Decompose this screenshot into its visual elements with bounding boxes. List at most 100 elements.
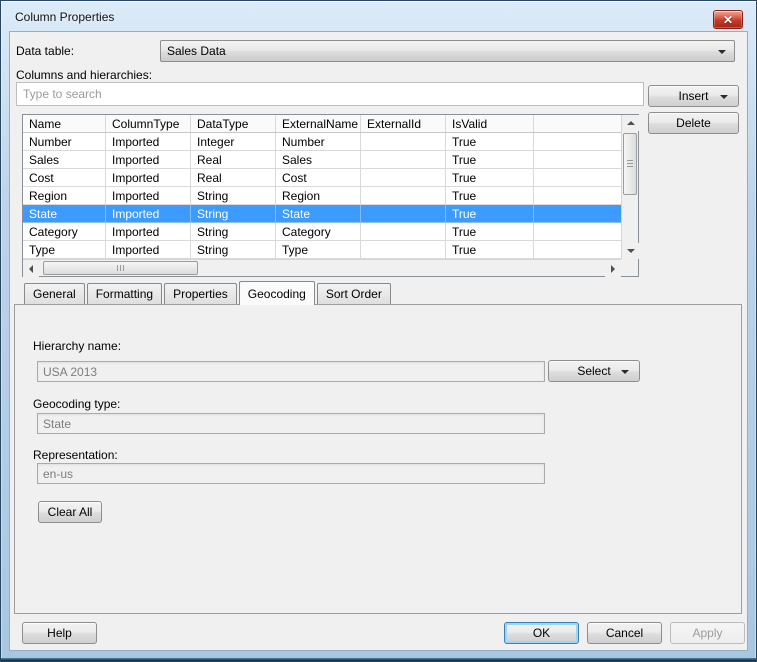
table-cell: String xyxy=(191,223,276,240)
table-cell: True xyxy=(446,223,534,240)
table-cell xyxy=(361,223,446,240)
table-cell: Category xyxy=(276,223,361,240)
geocoding-type-label: Geocoding type: xyxy=(33,397,121,411)
data-table-select[interactable]: Sales Data xyxy=(160,40,735,62)
table-cell: State xyxy=(276,205,361,222)
table-header-row: Name ColumnType DataType ExternalName Extern… xyxy=(23,115,621,133)
table-row[interactable]: Region Imported String Region True xyxy=(23,187,621,205)
table-cell-filler xyxy=(534,133,621,150)
scroll-up-button[interactable] xyxy=(622,115,639,131)
table-cell: True xyxy=(446,151,534,168)
table-cell: Category xyxy=(23,223,106,240)
hierarchy-name-field xyxy=(37,361,545,382)
clear-all-button[interactable]: Clear All xyxy=(38,501,102,523)
table-body: Number Imported Integer Number True Sales Impo… xyxy=(23,133,621,259)
window-title: Column Properties xyxy=(15,10,115,24)
delete-button-label: Delete xyxy=(676,116,711,130)
delete-button[interactable]: Delete xyxy=(648,112,739,134)
scrollbar-corner xyxy=(621,259,638,276)
table-row[interactable]: State Imported String State True xyxy=(23,205,621,223)
table-cell: True xyxy=(446,169,534,186)
table-cell: State xyxy=(23,205,106,222)
scroll-up-icon xyxy=(626,121,635,125)
table-cell-filler xyxy=(534,205,621,222)
table-cell: Imported xyxy=(106,169,191,186)
chevron-down-icon xyxy=(718,50,726,54)
title-bar[interactable]: Column Properties ✕ xyxy=(1,1,756,31)
close-button[interactable]: ✕ xyxy=(713,10,743,29)
ok-button-label: OK xyxy=(532,626,551,640)
cancel-button[interactable]: Cancel xyxy=(587,622,662,644)
table-cell xyxy=(361,151,446,168)
select-button[interactable]: Select xyxy=(548,360,640,382)
column-header[interactable]: ExternalId xyxy=(361,115,446,132)
table-cell: Region xyxy=(276,187,361,204)
ok-button[interactable]: OK xyxy=(504,622,579,644)
table-row[interactable]: Number Imported Integer Number True xyxy=(23,133,621,151)
tab-strip: General Formatting Properties Geocoding Sort… xyxy=(24,281,393,305)
column-header-filler xyxy=(534,115,621,132)
table-cell: Imported xyxy=(106,205,191,222)
table-cell: Type xyxy=(276,241,361,258)
horizontal-scrollbar[interactable] xyxy=(23,259,621,277)
table-cell-filler xyxy=(534,223,621,240)
scroll-down-icon xyxy=(626,249,635,253)
table-cell: Integer xyxy=(191,133,276,150)
column-header[interactable]: ExternalName xyxy=(276,115,361,132)
horizontal-scrollbar-thumb[interactable] xyxy=(43,261,198,275)
table-cell: True xyxy=(446,241,534,258)
tab-formatting[interactable]: Formatting xyxy=(86,283,163,304)
geocoding-type-field xyxy=(37,413,545,434)
insert-button-label: Insert xyxy=(678,89,709,103)
hierarchy-name-label: Hierarchy name: xyxy=(33,339,122,353)
scroll-right-button[interactable] xyxy=(605,260,621,277)
table-row[interactable]: Sales Imported Real Sales True xyxy=(23,151,621,169)
scroll-right-icon xyxy=(611,264,615,273)
apply-button-label: Apply xyxy=(692,626,723,640)
table-row[interactable]: Type Imported String Type True xyxy=(23,241,621,259)
scroll-down-button[interactable] xyxy=(622,243,639,259)
columns-table: Name ColumnType DataType ExternalName Extern… xyxy=(22,114,639,277)
vertical-scrollbar[interactable] xyxy=(621,115,639,259)
close-icon: ✕ xyxy=(722,12,734,27)
table-cell: Real xyxy=(191,169,276,186)
column-header[interactable]: ColumnType xyxy=(106,115,191,132)
scroll-left-button[interactable] xyxy=(23,260,39,277)
columns-section-label: Columns and hierarchies: xyxy=(16,68,153,82)
table-cell: String xyxy=(191,241,276,258)
representation-label: Representation: xyxy=(33,448,118,462)
scroll-left-icon xyxy=(29,264,33,273)
table-cell-filler xyxy=(534,151,621,168)
select-button-label: Select xyxy=(577,364,611,378)
tab-geocoding[interactable]: Geocoding xyxy=(238,281,315,305)
table-cell xyxy=(361,205,446,222)
tab-sort-order[interactable]: Sort Order xyxy=(316,283,391,304)
column-header[interactable]: IsValid xyxy=(446,115,534,132)
tab-general[interactable]: General xyxy=(24,283,85,304)
table-cell: Cost xyxy=(276,169,361,186)
table-cell: String xyxy=(191,205,276,222)
table-cell xyxy=(361,241,446,258)
table-cell: Imported xyxy=(106,187,191,204)
table-cell: Number xyxy=(23,133,106,150)
table-cell: Imported xyxy=(106,151,191,168)
vertical-scrollbar-thumb[interactable] xyxy=(623,133,637,195)
table-cell-filler xyxy=(534,241,621,258)
table-cell: Sales xyxy=(276,151,361,168)
table-cell: Type xyxy=(23,241,106,258)
table-row[interactable]: Category Imported String Category True xyxy=(23,223,621,241)
help-button-label: Help xyxy=(47,626,72,640)
table-cell: Region xyxy=(23,187,106,204)
table-cell xyxy=(361,169,446,186)
tab-properties[interactable]: Properties xyxy=(164,283,237,304)
help-button[interactable]: Help xyxy=(22,622,97,644)
insert-button[interactable]: Insert xyxy=(648,85,739,107)
search-input[interactable] xyxy=(16,82,644,106)
dialog-window: Column Properties ✕ Data table: Sales Da… xyxy=(0,0,757,662)
table-cell-filler xyxy=(534,187,621,204)
column-header[interactable]: Name xyxy=(23,115,106,132)
column-header[interactable]: DataType xyxy=(191,115,276,132)
table-cell: Imported xyxy=(106,133,191,150)
table-cell xyxy=(361,187,446,204)
table-row[interactable]: Cost Imported Real Cost True xyxy=(23,169,621,187)
